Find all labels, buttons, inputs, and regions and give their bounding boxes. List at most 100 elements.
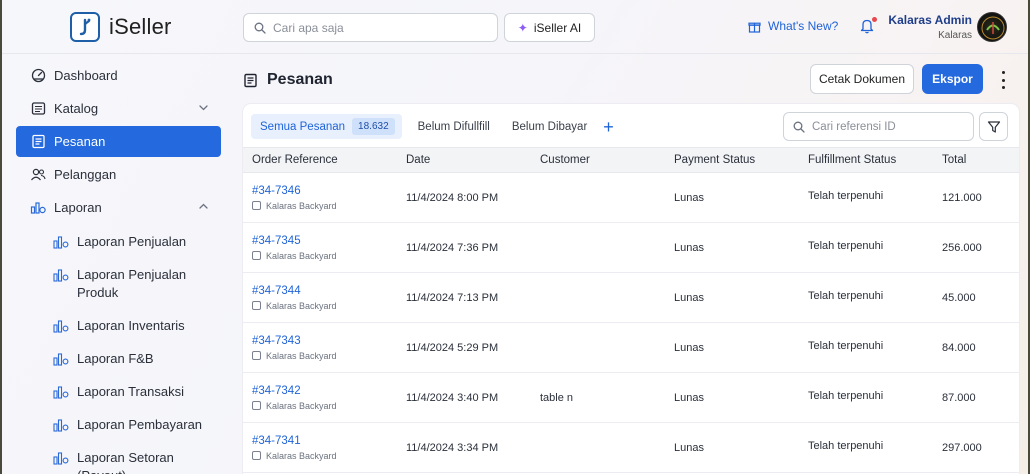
payment-status-cell: Lunas: [665, 222, 799, 273]
table-row[interactable]: #34-7341 Kalaras Backyard 11/4/2024 3:34…: [243, 422, 1019, 473]
col-header-order-reference[interactable]: Order Reference: [243, 147, 397, 173]
payment-status-cell: Lunas: [665, 172, 799, 223]
table-row[interactable]: #34-7344 Kalaras Backyard 11/4/2024 7:13…: [243, 272, 1019, 323]
total-cell: 297.000: [933, 422, 1019, 473]
store-tag: Kalaras Backyard: [252, 301, 397, 311]
tab-label: Semua Pesanan: [260, 120, 346, 133]
store-icon: [252, 201, 261, 210]
sidebar-item-laporan[interactable]: Laporan: [16, 192, 221, 223]
sidebar-subitem-laporan-inventaris[interactable]: Laporan Inventaris: [16, 309, 221, 342]
store-icon: [252, 451, 261, 460]
col-header-total[interactable]: Total: [933, 147, 1019, 173]
reference-search-input[interactable]: [812, 120, 962, 133]
fulfillment-status-cell: Telah terpenuhi: [799, 172, 933, 223]
order-link[interactable]: #34-7345: [252, 235, 397, 247]
col-header-customer[interactable]: Customer: [531, 147, 665, 173]
order-reference-cell: #34-7344 Kalaras Backyard: [243, 272, 397, 323]
total-cell: 84.000: [933, 322, 1019, 373]
global-search[interactable]: [243, 13, 498, 42]
store-icon: [252, 401, 261, 410]
customer-cell: [531, 272, 665, 323]
add-tab-icon[interactable]: +: [603, 118, 614, 136]
payment-status-cell: Lunas: [665, 422, 799, 473]
table-row[interactable]: #34-7343 Kalaras Backyard 11/4/2024 5:29…: [243, 322, 1019, 373]
page-title: Pesanan: [243, 71, 333, 89]
report-chart-icon: [53, 353, 69, 366]
customer-cell: table n: [531, 372, 665, 423]
col-header-fulfillment-status[interactable]: Fulfillment Status: [799, 147, 933, 173]
export-button[interactable]: Ekspor: [922, 64, 983, 94]
date-cell: 11/4/2024 5:29 PM: [397, 322, 531, 373]
col-header-date[interactable]: Date: [397, 147, 531, 173]
sidebar-subitem-label: Laporan Penjualan: [77, 234, 187, 249]
sidebar-subitem-laporan-fnb[interactable]: Laporan F&B: [16, 342, 221, 375]
sidebar-item-label: Katalog: [54, 101, 99, 116]
sidebar-subitem-laporan-penjualan[interactable]: Laporan Penjualan: [16, 225, 221, 258]
sidebar-item-dashboard[interactable]: Dashboard: [16, 60, 221, 91]
sidebar: Dashboard Katalog Pesanan Pelanggan Lapo…: [16, 60, 221, 474]
search-input[interactable]: [273, 20, 473, 35]
reports-icon: [30, 200, 46, 216]
user-name: Kalaras Admin: [888, 13, 972, 27]
tab-belum-dibayar[interactable]: Belum Dibayar: [512, 114, 587, 139]
dashboard-icon: [30, 68, 46, 84]
sidebar-subitem-label: Laporan Transaksi: [77, 384, 184, 399]
notification-dot: [872, 17, 877, 22]
store-tag: Kalaras Backyard: [252, 401, 397, 411]
order-link[interactable]: #34-7342: [252, 385, 397, 397]
tab-semua-pesanan[interactable]: Semua Pesanan 18.632: [251, 114, 402, 139]
customer-cell: [531, 172, 665, 223]
table-row[interactable]: #34-7342 Kalaras Backyard 11/4/2024 3:40…: [243, 372, 1019, 423]
date-cell: 11/4/2024 7:36 PM: [397, 222, 531, 273]
store-name: Kalaras Backyard: [266, 250, 337, 261]
order-reference-cell: #34-7343 Kalaras Backyard: [243, 322, 397, 373]
fulfillment-status-cell: Telah terpenuhi: [799, 422, 933, 473]
iseller-ai-button[interactable]: ✦ iSeller AI: [504, 13, 595, 42]
sidebar-subitem-laporan-transaksi[interactable]: Laporan Transaksi: [16, 375, 221, 408]
whats-new-label: What's New?: [768, 19, 839, 33]
sidebar-subitem-laporan-pembayaran[interactable]: Laporan Pembayaran: [16, 408, 221, 441]
order-link[interactable]: #34-7346: [252, 185, 397, 197]
filter-icon: [987, 120, 1000, 133]
brand-name: iSeller: [109, 14, 172, 39]
tab-belum-difullfill[interactable]: Belum Difullfill: [418, 114, 490, 139]
order-reference-cell: #34-7341 Kalaras Backyard: [243, 422, 397, 473]
filter-button[interactable]: [979, 112, 1008, 141]
sidebar-subitem-laporan-penjualan-produk[interactable]: Laporan Penjualan Produk: [16, 258, 221, 309]
col-header-payment-status[interactable]: Payment Status: [665, 147, 799, 173]
order-link[interactable]: #34-7344: [252, 285, 397, 297]
sidebar-item-katalog[interactable]: Katalog: [16, 93, 221, 124]
reference-search[interactable]: [783, 112, 974, 141]
order-link[interactable]: #34-7341: [252, 435, 397, 447]
table-row[interactable]: #34-7345 Kalaras Backyard 11/4/2024 7:36…: [243, 222, 1019, 273]
user-menu[interactable]: Kalaras Admin Kalaras: [888, 13, 972, 41]
order-link[interactable]: #34-7343: [252, 335, 397, 347]
sparkle-icon: ✦: [517, 20, 528, 35]
sidebar-item-pesanan[interactable]: Pesanan: [16, 126, 221, 157]
report-chart-icon: [53, 236, 69, 249]
orders-icon: [244, 73, 257, 87]
brand-logo[interactable]: iSeller: [70, 12, 172, 42]
avatar[interactable]: [977, 12, 1007, 42]
fulfillment-status-cell: Telah terpenuhi: [799, 322, 933, 373]
sidebar-subitem-laporan-setoran[interactable]: Laporan Setoran (Payout): [16, 441, 221, 474]
date-cell: 11/4/2024 7:13 PM: [397, 272, 531, 323]
fulfillment-status-cell: Telah terpenuhi: [799, 272, 933, 323]
user-store: Kalaras: [938, 30, 972, 41]
sidebar-item-pelanggan[interactable]: Pelanggan: [16, 159, 221, 190]
table-row[interactable]: #34-7346 Kalaras Backyard 11/4/2024 8:00…: [243, 172, 1019, 223]
whats-new-link[interactable]: What's New?: [748, 19, 838, 33]
iseller-ai-label: iSeller AI: [533, 20, 582, 35]
order-reference-cell: #34-7346 Kalaras Backyard: [243, 172, 397, 223]
customer-cell: [531, 222, 665, 273]
customer-cell: [531, 322, 665, 373]
report-chart-icon: [53, 386, 69, 399]
sidebar-item-label: Pelanggan: [54, 167, 117, 182]
customers-icon: [30, 167, 46, 183]
sidebar-subitem-label: Laporan Setoran (Payout): [77, 450, 174, 474]
print-document-button[interactable]: Cetak Dokumen: [810, 64, 914, 94]
notification-bell-icon[interactable]: [860, 17, 877, 34]
sidebar-item-label: Dashboard: [54, 68, 118, 83]
fulfillment-status-cell: Telah terpenuhi: [799, 372, 933, 423]
more-options-icon[interactable]: [997, 71, 1009, 89]
